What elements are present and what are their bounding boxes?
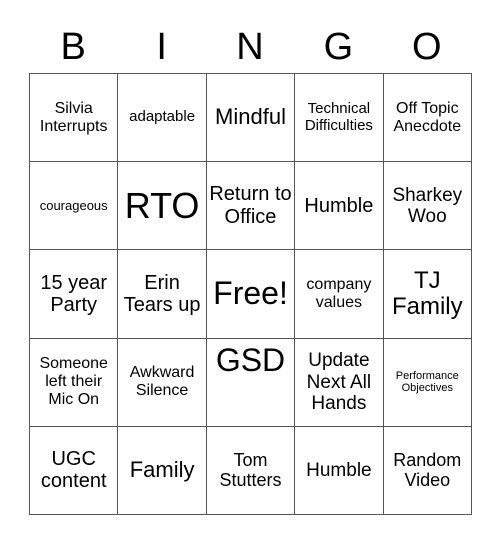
cell-text: Erin Tears up (123, 271, 201, 316)
cell-text: Free! (213, 275, 288, 312)
bingo-cell[interactable]: Humble (295, 426, 384, 515)
cell-text: GSD (215, 341, 286, 378)
cell-text: Mindful (215, 104, 286, 130)
cell-text: Sharkey Woo (392, 184, 463, 227)
bingo-cell[interactable]: Update Next All Hands (295, 338, 384, 427)
header-letter-n: N (236, 26, 264, 68)
cell-text: Random Video (393, 450, 462, 491)
bingo-cell[interactable]: Silvia Interrupts (30, 74, 119, 163)
cell-text: UGC content (40, 448, 107, 493)
bingo-header: B I N G O (29, 20, 471, 74)
bingo-cell[interactable]: Off Topic Anecdote (383, 74, 472, 163)
bingo-cell[interactable]: company values (295, 250, 384, 339)
bingo-cell[interactable]: adaptable (118, 74, 207, 163)
bingo-cell[interactable]: TJ Family (383, 250, 472, 339)
free-space-cell[interactable]: Free! (206, 250, 296, 339)
cell-text: Family (129, 457, 195, 483)
bingo-cell[interactable]: Family (118, 426, 207, 515)
bingo-cell[interactable]: RTO (118, 162, 207, 251)
cell-text: RTO (124, 184, 200, 226)
bingo-cell[interactable]: Sharkey Woo (383, 162, 472, 251)
bingo-cell[interactable]: UGC content (30, 426, 119, 515)
bingo-cell[interactable]: courageous (30, 162, 119, 251)
bingo-cell[interactable]: Someone left their Mic On (30, 338, 119, 427)
cell-text: 15 year Party (40, 271, 108, 316)
header-letter-b: B (60, 26, 86, 68)
cell-text: Humble (306, 459, 372, 481)
cell-text: Performance Objectives (395, 369, 459, 395)
bingo-cell[interactable]: 15 year Party (30, 250, 119, 339)
cell-text: Silvia Interrupts (39, 99, 108, 135)
bingo-card-grid: Silvia Interrupts adaptable Mindful Tech… (29, 73, 472, 515)
bingo-cell[interactable]: GSD (206, 338, 296, 427)
cell-text: company values (306, 276, 372, 311)
cell-text: adaptable (129, 108, 196, 126)
cell-text: Off Topic Anecdote (393, 99, 462, 135)
header-letter-i: I (156, 26, 167, 68)
bingo-cell[interactable]: Mindful (206, 74, 296, 163)
bingo-cell[interactable]: Humble (295, 162, 384, 251)
cell-text: Technical Difficulties (304, 99, 373, 134)
bingo-cell[interactable]: Erin Tears up (118, 250, 207, 339)
bingo-cell[interactable]: Return to Office (206, 162, 296, 251)
header-letter-o: O (412, 26, 442, 68)
cell-text: Awkward Silence (129, 364, 195, 400)
cell-text: Humble (304, 194, 374, 217)
cell-text: TJ Family (391, 266, 463, 320)
cell-text: Someone left their Mic On (39, 355, 108, 409)
header-letter-g: G (323, 26, 354, 68)
bingo-cell[interactable]: Tom Stutters (206, 426, 296, 515)
cell-text: Tom Stutters (219, 450, 282, 491)
cell-text: Return to Office (209, 183, 292, 228)
cell-text: courageous (39, 197, 108, 213)
bingo-cell[interactable]: Awkward Silence (118, 338, 207, 427)
cell-text: Update Next All Hands (306, 350, 372, 414)
bingo-cell[interactable]: Random Video (383, 426, 472, 515)
bingo-cell[interactable]: Technical Difficulties (295, 74, 384, 163)
bingo-cell[interactable]: Performance Objectives (383, 338, 472, 427)
